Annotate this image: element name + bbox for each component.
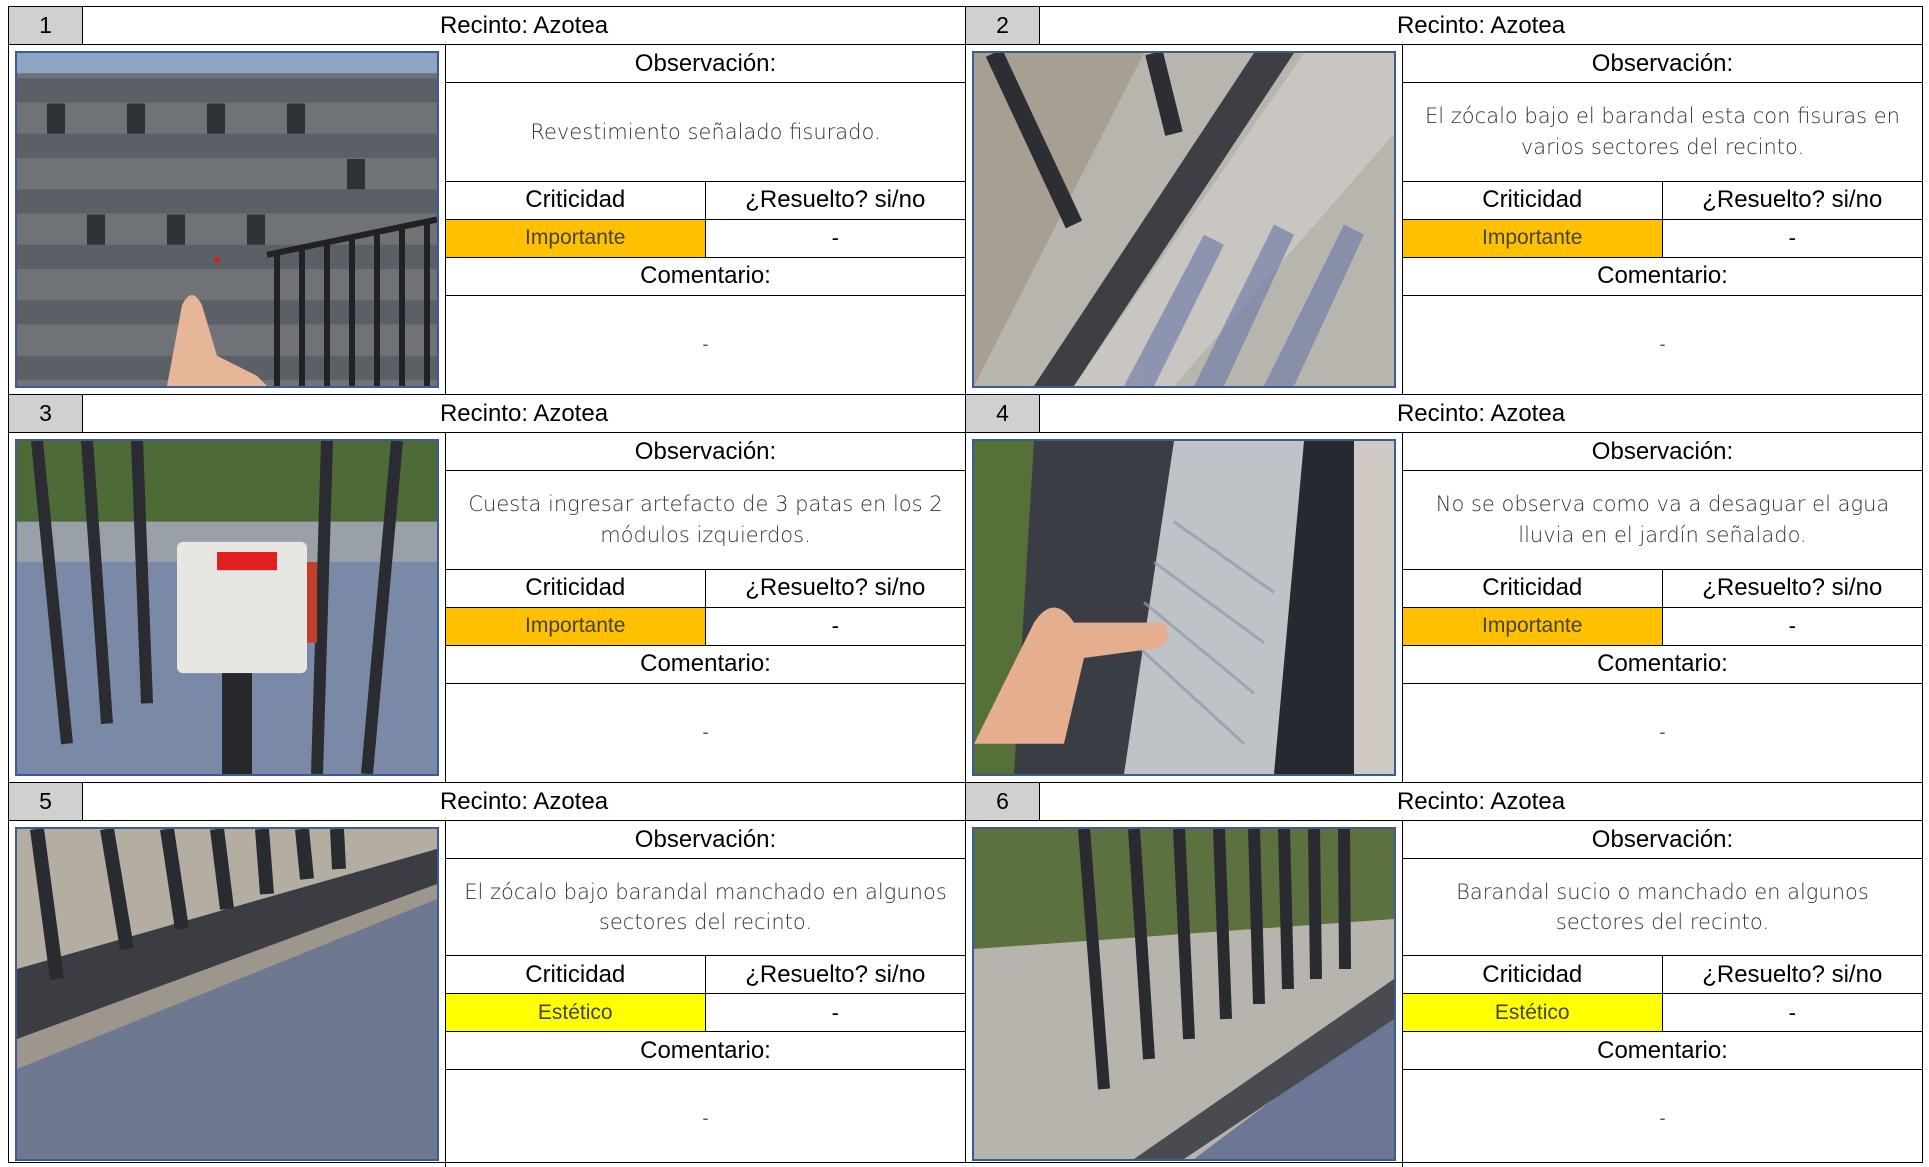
- card-header: 2 Recinto: Azotea: [966, 7, 1922, 45]
- resuelto-heading: ¿Resuelto? si/no: [1662, 182, 1922, 220]
- inspection-photo[interactable]: [972, 827, 1396, 1161]
- observacion-text: No se observa como va a desaguar el agua…: [1403, 471, 1922, 570]
- comentario-heading: Comentario:: [1403, 1032, 1922, 1070]
- criticidad-value: Estético: [446, 994, 706, 1032]
- criticidad-heading: Criticidad: [1403, 956, 1663, 994]
- criticidad-heading: Criticidad: [446, 569, 706, 608]
- criticidad-heading: Criticidad: [446, 956, 706, 994]
- comentario-value[interactable]: -: [1403, 296, 1922, 395]
- recinto-label: Recinto: Azotea: [1396, 399, 1566, 427]
- photo-cell: [9, 433, 445, 782]
- comentario-value[interactable]: -: [446, 296, 965, 395]
- observacion-text: Barandal sucio o manchado en algunos sec…: [1403, 859, 1922, 956]
- resuelto-heading: ¿Resuelto? si/no: [705, 570, 965, 608]
- observacion-heading: Observación:: [446, 45, 965, 83]
- comentario-heading: Comentario:: [446, 646, 965, 684]
- observacion-heading: Observación:: [446, 433, 965, 471]
- info-panel: Observación: El zócalo bajo barandal man…: [445, 821, 965, 1167]
- photo-cell: [9, 821, 445, 1167]
- photo-cell: [9, 45, 445, 394]
- item-number: 5: [9, 783, 83, 820]
- photo-cell: [966, 45, 1402, 394]
- comentario-heading: Comentario:: [446, 1032, 965, 1070]
- resuelto-value[interactable]: -: [705, 220, 965, 258]
- comentario-value[interactable]: -: [1403, 1070, 1922, 1167]
- inspection-card: 3 Recinto: Azotea Observación: Cuesta in…: [8, 394, 966, 783]
- inspection-card: 4 Recinto: Azotea Observación: No se obs…: [965, 394, 1923, 783]
- info-panel: Observación: Revestimiento señalado fisu…: [445, 45, 965, 394]
- criticidad-value: Importante: [1403, 219, 1663, 258]
- inspection-card: 1 Recinto: Azotea Observación: Revestimi…: [8, 6, 966, 395]
- observacion-text: El zócalo bajo barandal manchado en algu…: [446, 859, 965, 956]
- observacion-heading: Observación:: [446, 821, 965, 859]
- inspection-photo[interactable]: [972, 439, 1396, 776]
- recinto-label: Recinto: Azotea: [439, 11, 609, 39]
- comentario-value[interactable]: -: [446, 1070, 965, 1167]
- item-number: 3: [9, 395, 83, 432]
- criticidad-value: Importante: [446, 219, 706, 258]
- observacion-text: Revestimiento señalado fisurado.: [446, 83, 965, 182]
- resuelto-value[interactable]: -: [1662, 994, 1922, 1032]
- observacion-heading: Observación:: [1403, 433, 1922, 471]
- comentario-value[interactable]: -: [1403, 684, 1922, 783]
- info-panel: Observación: Barandal sucio o manchado e…: [1402, 821, 1922, 1167]
- inspection-photo[interactable]: [15, 439, 439, 776]
- card-header: 1 Recinto: Azotea: [9, 7, 965, 45]
- criticidad-value: Importante: [446, 607, 706, 646]
- resuelto-value[interactable]: -: [705, 608, 965, 646]
- comentario-heading: Comentario:: [1403, 258, 1922, 296]
- resuelto-value[interactable]: -: [1662, 220, 1922, 258]
- inspection-photo[interactable]: [15, 827, 439, 1161]
- recinto-label: Recinto: Azotea: [1396, 11, 1566, 39]
- recinto-label: Recinto: Azotea: [439, 399, 609, 427]
- inspection-card: 2 Recinto: Azotea Observación: El zócalo…: [965, 6, 1923, 395]
- observacion-text: Cuesta ingresar artefacto de 3 patas en …: [446, 471, 965, 570]
- recinto-label: Recinto: Azotea: [439, 787, 609, 815]
- card-header: 3 Recinto: Azotea: [9, 395, 965, 433]
- card-header: 5 Recinto: Azotea: [9, 783, 965, 821]
- info-panel: Observación: No se observa como va a des…: [1402, 433, 1922, 782]
- photo-cell: [966, 433, 1402, 782]
- comentario-heading: Comentario:: [446, 258, 965, 296]
- resuelto-heading: ¿Resuelto? si/no: [705, 956, 965, 994]
- criticidad-heading: Criticidad: [446, 181, 706, 220]
- inspection-photo[interactable]: [972, 51, 1396, 388]
- inspection-card: 6 Recinto: Azotea Observación: Barandal …: [965, 782, 1923, 1167]
- comentario-heading: Comentario:: [1403, 646, 1922, 684]
- info-panel: Observación: Cuesta ingresar artefacto d…: [445, 433, 965, 782]
- resuelto-value[interactable]: -: [1662, 608, 1922, 646]
- item-number: 2: [966, 7, 1040, 44]
- observacion-heading: Observación:: [1403, 821, 1922, 859]
- item-number: 6: [966, 783, 1040, 820]
- info-panel: Observación: El zócalo bajo el barandal …: [1402, 45, 1922, 394]
- observacion-text: El zócalo bajo el barandal esta con fisu…: [1403, 83, 1922, 182]
- resuelto-heading: ¿Resuelto? si/no: [1662, 570, 1922, 608]
- resuelto-value[interactable]: -: [705, 994, 965, 1032]
- criticidad-heading: Criticidad: [1403, 181, 1663, 220]
- recinto-label: Recinto: Azotea: [1396, 787, 1566, 815]
- item-number: 1: [9, 7, 83, 44]
- card-header: 4 Recinto: Azotea: [966, 395, 1922, 433]
- criticidad-heading: Criticidad: [1403, 569, 1663, 608]
- resuelto-heading: ¿Resuelto? si/no: [705, 182, 965, 220]
- resuelto-heading: ¿Resuelto? si/no: [1662, 956, 1922, 994]
- card-header: 6 Recinto: Azotea: [966, 783, 1922, 821]
- inspection-card: 5 Recinto: Azotea Observación: El zócalo…: [8, 782, 966, 1167]
- comentario-value[interactable]: -: [446, 684, 965, 783]
- criticidad-value: Importante: [1403, 607, 1663, 646]
- photo-cell: [966, 821, 1402, 1167]
- observacion-heading: Observación:: [1403, 45, 1922, 83]
- inspection-grid: 1 Recinto: Azotea Observación: Revestimi…: [8, 6, 1923, 1167]
- criticidad-value: Estético: [1403, 994, 1663, 1032]
- inspection-photo[interactable]: [15, 51, 439, 388]
- item-number: 4: [966, 395, 1040, 432]
